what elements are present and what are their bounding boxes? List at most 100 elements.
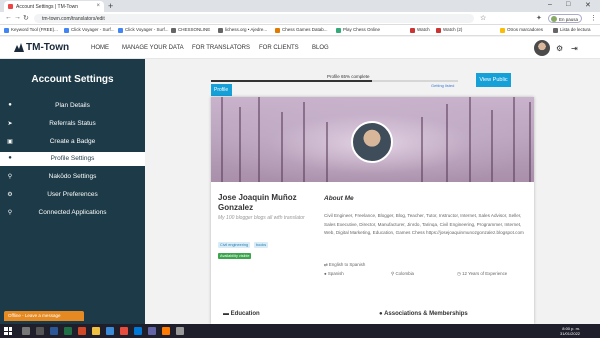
profile-progress-fill bbox=[211, 80, 372, 82]
gear-icon: ⚙ bbox=[7, 192, 13, 198]
bookmark-item[interactable]: CHESSONLINE bbox=[171, 27, 210, 33]
extensions-icon[interactable]: ✦ bbox=[536, 14, 542, 22]
sidebar-item-nakodo-settings[interactable]: ⚲ Nakōdo Settings bbox=[0, 170, 145, 184]
store-app-icon[interactable] bbox=[134, 327, 142, 335]
account-settings-sidebar: Account Settings ● Plan Details ➤ Referr… bbox=[0, 59, 145, 324]
sidebar-title: Account Settings bbox=[31, 74, 114, 85]
view-public-button[interactable]: View Public bbox=[476, 73, 511, 87]
maximize-icon[interactable]: □ bbox=[566, 1, 570, 8]
bookmark-item[interactable]: Keyword Tool (FREE)... bbox=[4, 27, 58, 33]
windows-start-icon[interactable] bbox=[4, 327, 12, 335]
bookmark-item[interactable]: Lista de lectura bbox=[553, 27, 591, 33]
language-pair: ⇄ English to Spanish bbox=[324, 262, 365, 268]
taskbar-date: 31/01/2022 bbox=[560, 331, 581, 336]
logo-text: TM-Town bbox=[26, 42, 70, 53]
nav-for-clients[interactable]: FOR CLIENTS bbox=[259, 45, 299, 51]
bookmark-item[interactable]: Play Chess Online bbox=[336, 27, 380, 33]
nav-manage-your-data[interactable]: MANAGE YOUR DATA bbox=[122, 45, 184, 51]
sidebar-item-label: Referrals Status bbox=[49, 120, 96, 127]
offline-chat-button[interactable]: Offline - Leave a message bbox=[4, 311, 84, 321]
tm-town-logo[interactable]: TM-Town bbox=[14, 42, 69, 53]
about-me-text: Civil Engineer, Freelance, Blogger, Blog… bbox=[324, 213, 524, 235]
profile-name: Jose Joaquin Muñoz Gonzalez bbox=[218, 193, 297, 212]
profile-progress-label: Profile 65% complete bbox=[327, 74, 370, 79]
browser-tab-bar: Account Settings | TM-Town × + – □ ✕ bbox=[0, 0, 600, 12]
back-icon[interactable]: ← bbox=[5, 14, 12, 21]
tab-profile[interactable]: Profile bbox=[211, 84, 232, 96]
bookmarks-bar: Keyword Tool (FREE)... Click Voyager - S… bbox=[0, 25, 600, 36]
sign-out-icon[interactable]: ⇥ bbox=[571, 44, 578, 53]
chrome-app-icon[interactable] bbox=[120, 327, 128, 335]
task-view-icon[interactable] bbox=[36, 327, 44, 335]
browser-profile-label: En pausa bbox=[559, 17, 579, 22]
sidebar-item-profile-settings[interactable]: ● Profile Settings bbox=[0, 152, 145, 166]
graduation-cap-icon: ▬ bbox=[223, 311, 231, 317]
minimize-icon[interactable]: – bbox=[548, 1, 552, 8]
bookmark-item[interactable]: lichess.org • Ajedre... bbox=[218, 27, 267, 33]
word-app-icon[interactable] bbox=[50, 327, 58, 335]
browser-profile-button[interactable]: En pausa bbox=[548, 14, 582, 23]
gear-icon[interactable]: ⚙ bbox=[556, 44, 563, 53]
badge-icon: ▣ bbox=[7, 139, 13, 145]
user-avatar[interactable] bbox=[534, 40, 550, 56]
bookmark-item[interactable]: Watch (2) bbox=[436, 27, 462, 33]
browser-menu-icon[interactable]: ⋮ bbox=[590, 14, 597, 22]
browser-tab[interactable]: Account Settings | TM-Town × bbox=[4, 1, 104, 12]
getting-listed-link[interactable]: Getting listed bbox=[431, 83, 454, 88]
bookmark-item[interactable]: Otros marcadores bbox=[500, 27, 543, 33]
specialty-tag: Civil engineering bbox=[218, 242, 251, 248]
education-heading-text: Education bbox=[230, 311, 260, 317]
sidebar-item-create-a-badge[interactable]: ▣ Create a Badge bbox=[0, 135, 145, 149]
site-header: TM-Town HOME MANAGE YOUR DATA FOR TRANSL… bbox=[0, 37, 600, 59]
sidebar-item-connected-applications[interactable]: ⚲ Connected Applications bbox=[0, 206, 145, 220]
associations-heading: ● Associations & Memberships bbox=[379, 311, 468, 317]
search-icon[interactable] bbox=[22, 327, 30, 335]
experience: ◷ 12 Years of Experience bbox=[457, 271, 507, 277]
new-tab-button[interactable]: + bbox=[108, 1, 113, 11]
browser-tab-title: Account Settings | TM-Town bbox=[16, 4, 79, 10]
sidebar-item-referrals-status[interactable]: ➤ Referrals Status bbox=[0, 117, 145, 131]
sidebar-item-label: Plan Details bbox=[55, 102, 90, 109]
nav-for-translators[interactable]: FOR TRANSLATORS bbox=[192, 45, 250, 51]
sidebar-item-label: Nakōdo Settings bbox=[48, 173, 97, 180]
sidebar-item-plan-details[interactable]: ● Plan Details bbox=[0, 99, 145, 113]
send-icon: ➤ bbox=[7, 121, 13, 127]
profile-progress-bar bbox=[211, 80, 458, 82]
bookmark-item[interactable]: Click Voyager - Surf... bbox=[118, 27, 169, 33]
bookmark-item[interactable]: Watch bbox=[410, 27, 430, 33]
address-toolbar: ← → ↻ tm-town.com/translators/edit ☆ ✦ E… bbox=[0, 12, 600, 25]
country: ⚲ Colombia bbox=[391, 271, 414, 277]
forward-icon[interactable]: → bbox=[14, 14, 21, 21]
sidebar-item-user-preferences[interactable]: ⚙ User Preferences bbox=[0, 188, 145, 202]
bookmark-item[interactable]: Chess Games Datab... bbox=[275, 27, 328, 33]
taskbar-clock[interactable]: 8:00 p. m. 31/01/2022 bbox=[560, 326, 580, 336]
experience-text: 12 Years of Experience bbox=[462, 271, 508, 276]
sidebar-item-label: Profile Settings bbox=[50, 155, 95, 162]
edge-app-icon[interactable] bbox=[106, 327, 114, 335]
specialty-tag: books bbox=[254, 242, 269, 248]
file-explorer-icon[interactable] bbox=[92, 327, 100, 335]
url-text: tm-town.com/translators/edit bbox=[42, 16, 105, 22]
powerpoint-app-icon[interactable] bbox=[78, 327, 86, 335]
nav-home[interactable]: HOME bbox=[91, 45, 109, 51]
associations-heading-text: Associations & Memberships bbox=[384, 311, 468, 317]
sidebar-item-label: Connected Applications bbox=[38, 209, 107, 216]
profile-tagline: My 100 blogger blogs all with translator bbox=[218, 215, 305, 221]
excel-app-icon[interactable] bbox=[64, 327, 72, 335]
close-tab-icon[interactable]: × bbox=[96, 3, 100, 9]
bookmark-star-icon[interactable]: ☆ bbox=[480, 14, 486, 22]
window-close-icon[interactable]: ✕ bbox=[585, 1, 591, 9]
bookmark-item[interactable]: Click Voyager - Surf... bbox=[64, 27, 115, 33]
nav-blog[interactable]: BLOG bbox=[312, 45, 329, 51]
url-field[interactable]: tm-town.com/translators/edit bbox=[34, 14, 474, 23]
settings-app-icon[interactable] bbox=[176, 327, 184, 335]
sidebar-item-label: Create a Badge bbox=[49, 138, 96, 145]
firefox-app-icon[interactable] bbox=[162, 327, 170, 335]
reload-icon[interactable]: ↻ bbox=[23, 14, 29, 22]
profile-photo[interactable] bbox=[351, 121, 393, 163]
os-taskbar: 8:00 p. m. 31/01/2022 bbox=[0, 324, 600, 338]
teams-app-icon[interactable] bbox=[148, 327, 156, 335]
profile-card: Jose Joaquin Muñoz Gonzalez My 100 blogg… bbox=[211, 97, 534, 324]
availability-badge: Availability visible bbox=[218, 253, 252, 259]
tm-town-favicon-icon bbox=[8, 4, 13, 9]
